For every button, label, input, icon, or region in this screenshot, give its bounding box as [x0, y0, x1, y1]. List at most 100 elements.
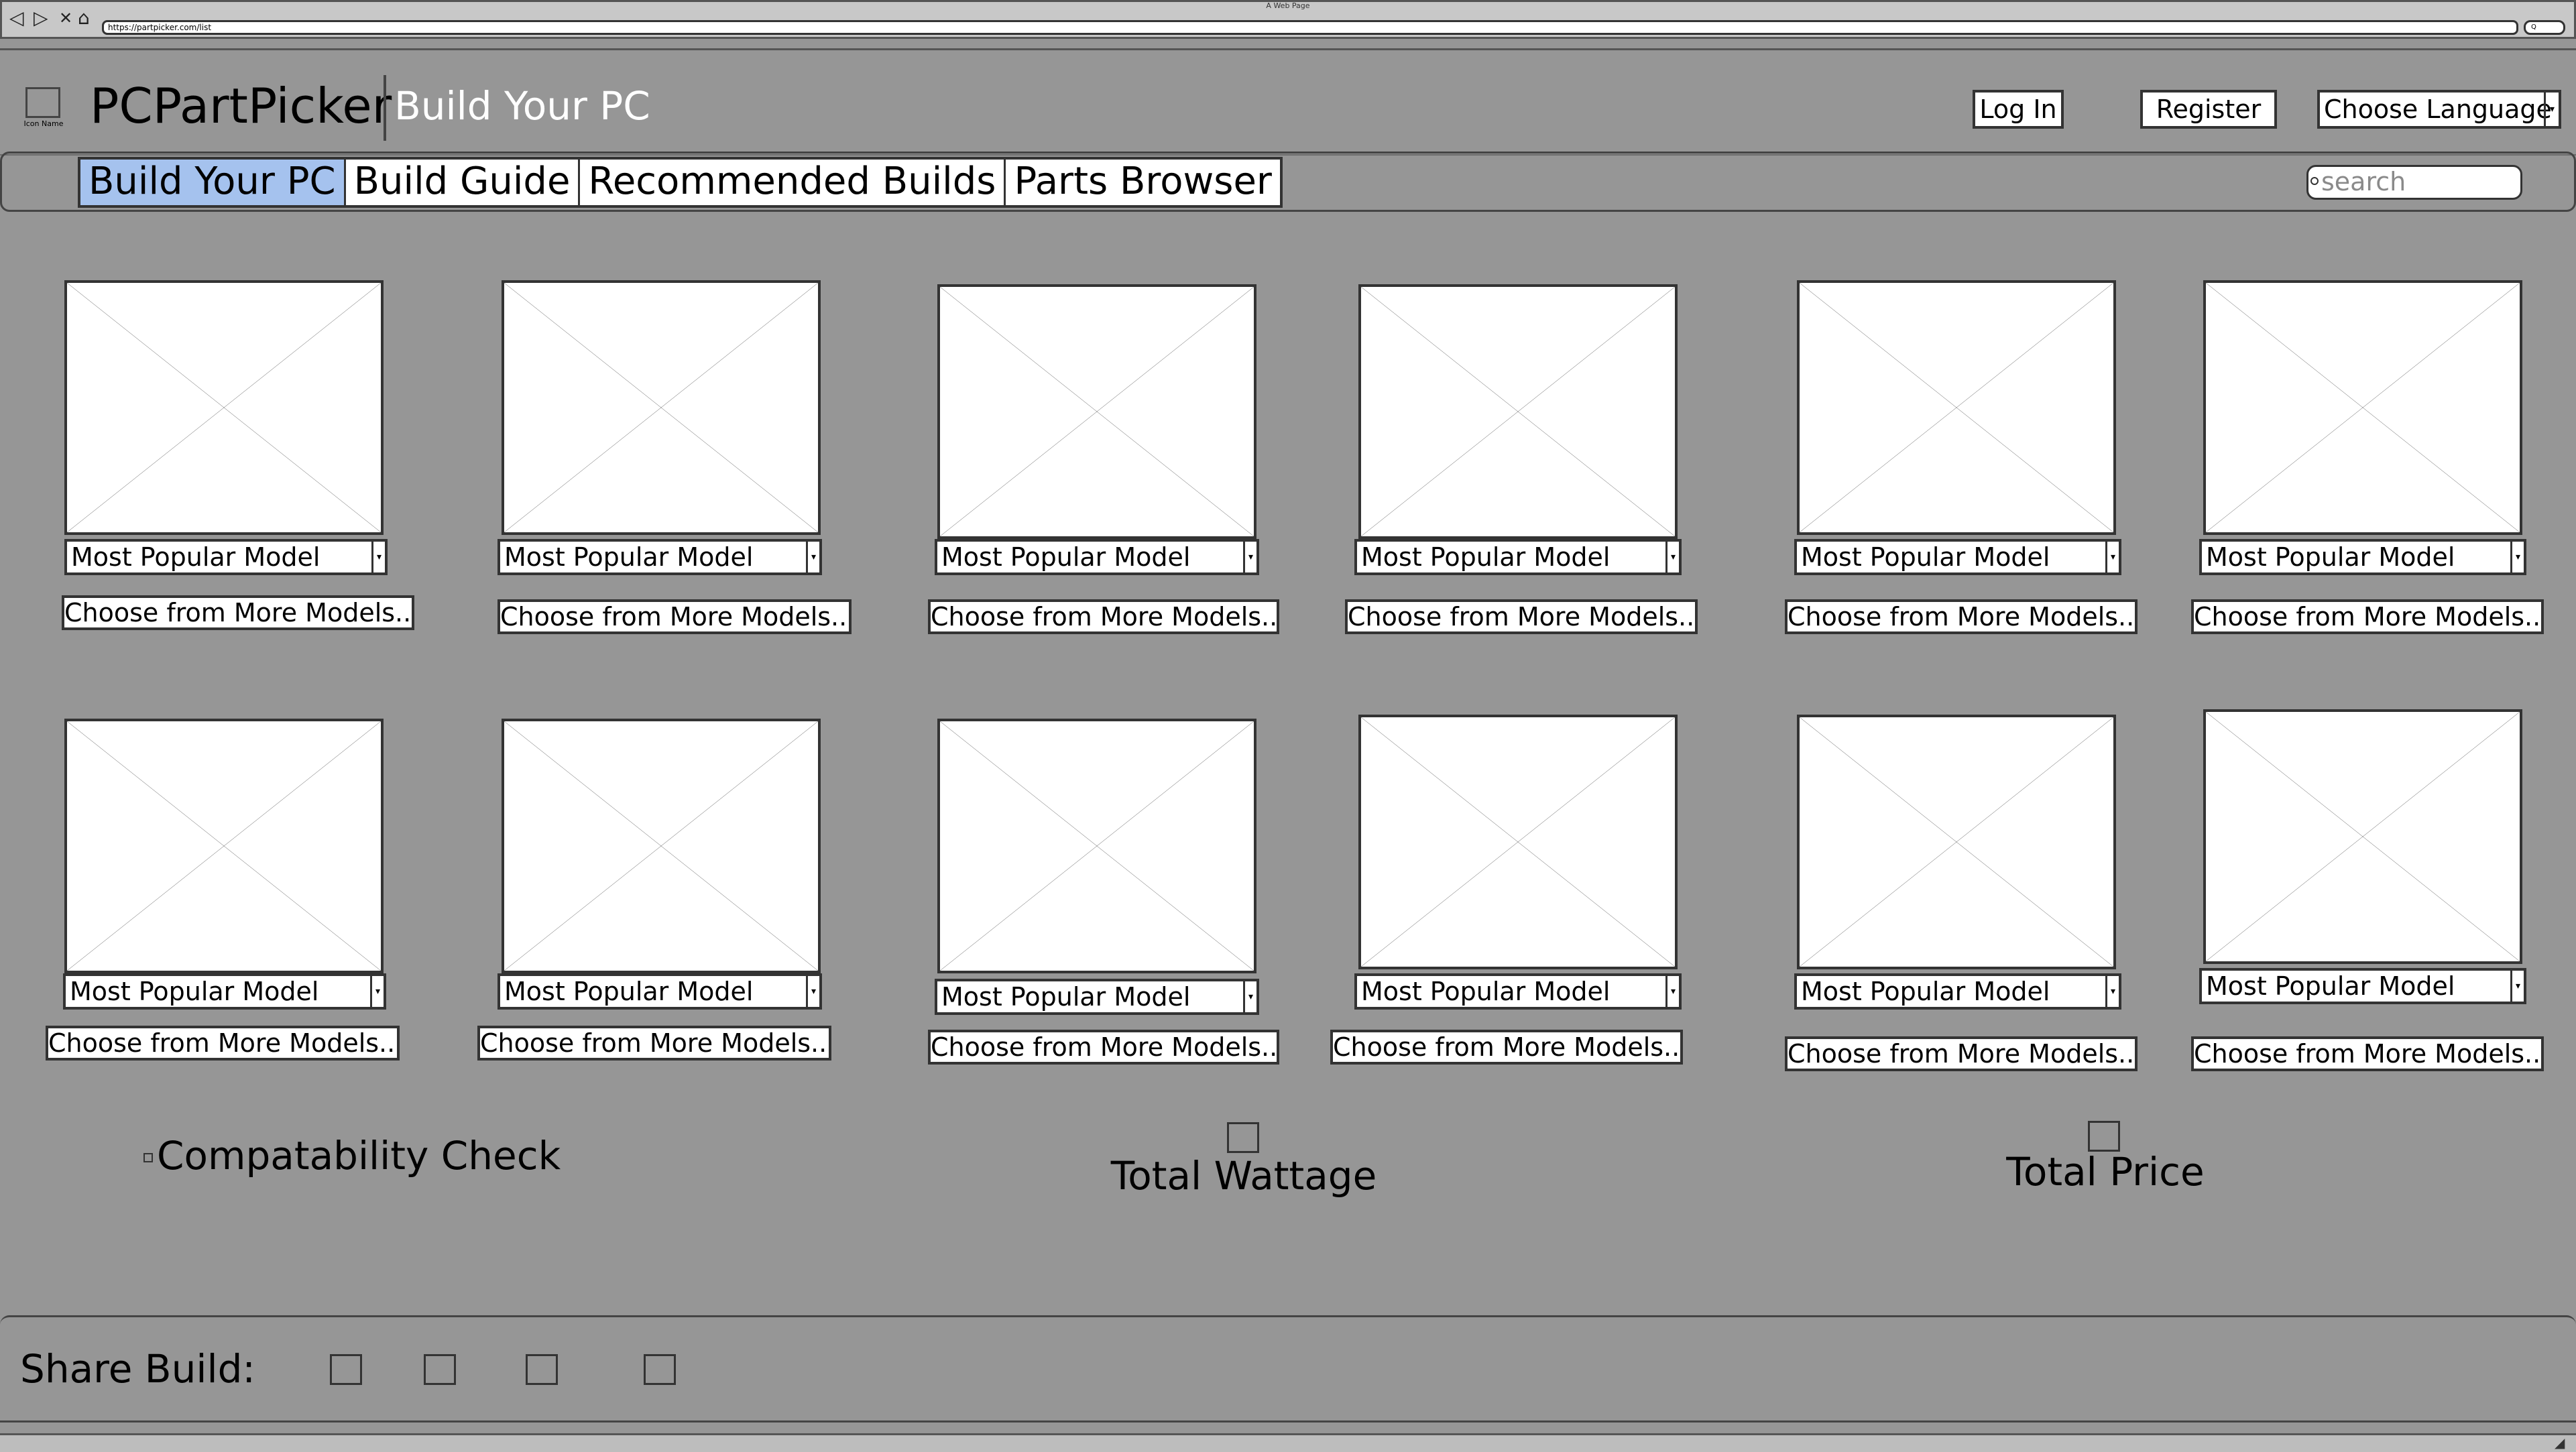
choose-more-models-button-3[interactable]: Choose from More Models... — [928, 599, 1279, 634]
image-placeholder-icon — [1800, 283, 2113, 532]
part-image-placeholder-3 — [937, 284, 1256, 539]
part-image-placeholder-10 — [1358, 715, 1678, 969]
tab-build-guide[interactable]: Build Guide — [345, 160, 581, 205]
model-select-label: Most Popular Model — [941, 982, 1191, 1012]
resize-grip-icon[interactable]: ◢ — [2555, 1435, 2565, 1451]
part-image-placeholder-4 — [1358, 284, 1678, 539]
model-select-label: Most Popular Model — [2206, 542, 2455, 572]
model-select-label: Most Popular Model — [1801, 542, 2050, 572]
tab-recommended-builds[interactable]: Recommended Builds — [580, 160, 1006, 205]
part-image-placeholder-8 — [502, 719, 821, 973]
model-select-8[interactable]: Most Popular Model ▾ — [497, 973, 822, 1010]
choose-more-models-button-9[interactable]: Choose from More Models... — [928, 1030, 1279, 1065]
choose-more-models-button-8[interactable]: Choose from More Models... — [477, 1026, 831, 1061]
model-select-9[interactable]: Most Popular Model ▾ — [935, 979, 1259, 1015]
model-select-label: Most Popular Model — [1801, 977, 2050, 1006]
image-placeholder-icon — [504, 283, 818, 532]
image-placeholder-icon — [504, 721, 818, 971]
choose-more-models-button-4[interactable]: Choose from More Models... — [1345, 599, 1698, 634]
chevron-down-icon: ▾ — [2105, 976, 2119, 1007]
share-icon[interactable] — [424, 1354, 456, 1385]
part-image-placeholder-6 — [2203, 280, 2522, 535]
share-icon[interactable] — [526, 1354, 558, 1385]
tab-parts-browser[interactable]: Parts Browser — [1006, 160, 1280, 205]
choose-more-models-button-1[interactable]: Choose from More Models... — [62, 595, 414, 630]
chevron-down-icon: ▾ — [1243, 981, 1256, 1012]
model-select-label: Most Popular Model — [1361, 542, 1611, 572]
chevron-down-icon: ▾ — [806, 542, 819, 572]
model-select-12[interactable]: Most Popular Model ▾ — [2199, 968, 2526, 1004]
image-placeholder-icon — [1800, 717, 2113, 967]
total-price-label: Total Price — [2006, 1149, 2205, 1195]
compatibility-checkbox[interactable] — [143, 1153, 153, 1162]
part-image-placeholder-7 — [64, 719, 384, 973]
chevron-down-icon: ▾ — [2510, 542, 2524, 572]
model-select-label: Most Popular Model — [2206, 971, 2455, 1001]
part-image-placeholder-5 — [1797, 280, 2116, 535]
part-image-placeholder-11 — [1797, 715, 2116, 969]
choose-more-models-button-2[interactable]: Choose from More Models... — [497, 599, 852, 634]
chevron-down-icon: ▾ — [371, 542, 385, 572]
icon-caption: Icon Name — [23, 119, 64, 128]
choose-more-models-button-10[interactable]: Choose from More Models... — [1330, 1030, 1683, 1065]
model-select-label: Most Popular Model — [70, 977, 319, 1006]
image-placeholder-icon — [67, 283, 381, 532]
close-icon[interactable]: ✕ — [59, 8, 72, 28]
choose-more-models-button-11[interactable]: Choose from More Models... — [1785, 1036, 2138, 1071]
tab-build-your-pc[interactable]: Build Your PC — [80, 160, 346, 205]
browser-search-field[interactable]: Q — [2524, 20, 2565, 35]
model-select-label: Most Popular Model — [71, 542, 320, 572]
language-select[interactable]: Choose Language ▾ — [2317, 90, 2561, 129]
image-placeholder-icon — [2206, 283, 2520, 532]
site-name[interactable]: PCPartPicker — [90, 79, 392, 133]
login-button[interactable]: Log In — [1973, 90, 2064, 129]
model-select-label: Most Popular Model — [1361, 977, 1611, 1006]
model-select-2[interactable]: Most Popular Model ▾ — [497, 539, 822, 575]
browser-window-title: A Web Page — [1266, 1, 1310, 10]
share-panel — [0, 1315, 2576, 1423]
choose-more-models-button-7[interactable]: Choose from More Models... — [46, 1026, 400, 1061]
model-select-label: Most Popular Model — [504, 977, 754, 1006]
choose-more-models-button-12[interactable]: Choose from More Models... — [2191, 1036, 2544, 1071]
part-image-placeholder-9 — [937, 719, 1256, 973]
total-wattage-label: Total Wattage — [1110, 1153, 1377, 1199]
home-icon[interactable]: ⌂ — [78, 8, 90, 28]
status-bar — [0, 1433, 2576, 1452]
chevron-down-icon: ▾ — [2510, 971, 2524, 1002]
language-select-label: Choose Language — [2324, 95, 2552, 124]
header-divider — [384, 75, 386, 141]
image-placeholder-icon — [67, 721, 381, 971]
forward-icon[interactable]: ▷ — [34, 8, 48, 28]
part-image-placeholder-12 — [2203, 709, 2522, 964]
choose-more-models-button-6[interactable]: Choose from More Models... — [2191, 599, 2544, 634]
part-image-placeholder-1 — [64, 280, 384, 535]
image-placeholder-icon — [2206, 712, 2520, 961]
wattage-icon — [1227, 1122, 1259, 1153]
choose-more-models-button-5[interactable]: Choose from More Models... — [1785, 599, 2138, 634]
model-select-11[interactable]: Most Popular Model ▾ — [1794, 973, 2121, 1010]
share-build-label: Share Build: — [20, 1346, 255, 1392]
back-icon[interactable]: ◁ — [9, 8, 24, 28]
model-select-4[interactable]: Most Popular Model ▾ — [1354, 539, 1682, 575]
chevron-down-icon: ▾ — [806, 976, 819, 1007]
chevron-down-icon: ▾ — [1665, 976, 1679, 1007]
url-field[interactable]: https://partpicker.com/list — [102, 20, 2518, 35]
image-placeholder-icon — [940, 287, 1254, 536]
model-select-10[interactable]: Most Popular Model ▾ — [1354, 973, 1682, 1010]
share-icon[interactable] — [644, 1354, 676, 1385]
model-select-7[interactable]: Most Popular Model ▾ — [63, 973, 386, 1010]
model-select-3[interactable]: Most Popular Model ▾ — [935, 539, 1259, 575]
model-select-5[interactable]: Most Popular Model ▾ — [1794, 539, 2121, 575]
image-placeholder-icon — [1361, 287, 1675, 536]
search-placeholder: search — [2321, 167, 2406, 196]
share-icon[interactable] — [330, 1354, 362, 1385]
model-select-6[interactable]: Most Popular Model ▾ — [2199, 539, 2526, 575]
search-icon — [2310, 177, 2319, 185]
register-button[interactable]: Register — [2140, 90, 2277, 129]
site-logo-icon — [25, 87, 60, 118]
page-subtitle: Build Your PC — [394, 83, 650, 129]
chevron-down-icon: ▾ — [1665, 542, 1679, 572]
chevron-down-icon: ▾ — [1243, 542, 1256, 572]
model-select-1[interactable]: Most Popular Model ▾ — [64, 539, 388, 575]
chevron-down-icon: ▾ — [2544, 93, 2559, 126]
